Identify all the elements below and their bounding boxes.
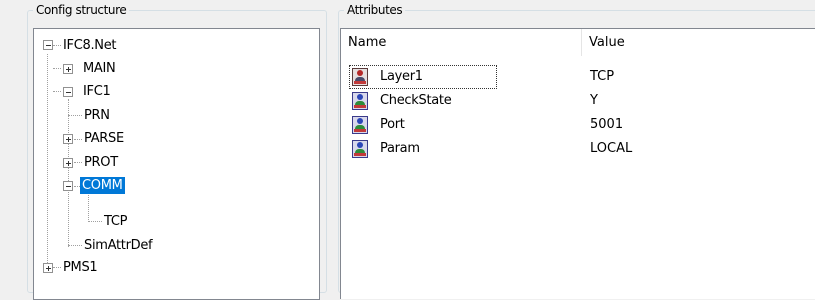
tree-connector — [47, 54, 48, 269]
expand-icon[interactable] — [43, 263, 53, 273]
tree-node-ifc8-net[interactable]: IFC8.Net — [61, 37, 118, 54]
expand-icon[interactable] — [63, 134, 73, 144]
collapse-icon[interactable] — [63, 181, 73, 191]
expand-icon[interactable] — [63, 64, 73, 74]
tree-node-pms1[interactable]: PMS1 — [61, 259, 99, 276]
tree-connector — [74, 162, 82, 163]
attribute-value: LOCAL — [590, 141, 633, 156]
attribute-icon — [352, 140, 368, 158]
tree-connector — [88, 193, 89, 222]
tree-connector — [74, 139, 82, 140]
config-structure-panel: Config structure IFC8.Net MAIN IFC1 PRN … — [27, 3, 327, 300]
attribute-icon — [352, 116, 368, 134]
tree-connector — [68, 99, 69, 247]
tree-connector — [88, 221, 102, 222]
tree-node-comm[interactable]: COMM — [80, 177, 125, 194]
collapse-icon[interactable] — [63, 87, 73, 97]
attribute-row-param[interactable]: Param LOCAL — [341, 137, 815, 161]
attributes-panel: Attributes Name Value Layer1 TCP CheckSt… — [338, 3, 815, 299]
column-header-name[interactable]: Name — [341, 29, 587, 56]
attribute-name: CheckState — [380, 93, 452, 108]
column-header-value[interactable]: Value — [582, 29, 815, 56]
collapse-icon[interactable] — [43, 40, 53, 50]
tree-connector — [68, 245, 82, 246]
attributes-list[interactable]: Name Value Layer1 TCP CheckState Y Port — [340, 28, 815, 299]
attribute-value: 5001 — [590, 117, 624, 132]
tree-node-parse[interactable]: PARSE — [82, 130, 126, 147]
tree-node-tcp[interactable]: TCP — [102, 213, 129, 230]
tree-node-ifc1[interactable]: IFC1 — [81, 83, 112, 100]
tree-connector — [53, 267, 61, 268]
attribute-value: TCP — [590, 69, 615, 84]
tree-connector — [53, 68, 61, 69]
tree-connector — [68, 115, 82, 116]
tree-connector — [53, 45, 61, 46]
tree-node-simattrdef[interactable]: SimAttrDef — [82, 237, 154, 254]
tree-node-prot[interactable]: PROT — [82, 154, 120, 171]
attribute-icon — [352, 92, 368, 110]
expand-icon[interactable] — [63, 158, 73, 168]
tree-node-main[interactable]: MAIN — [81, 60, 117, 77]
focus-rectangle — [349, 65, 497, 89]
attribute-value: Y — [590, 93, 598, 108]
tree-connector — [53, 91, 61, 92]
attribute-row-checkstate[interactable]: CheckState Y — [341, 89, 815, 113]
attribute-name: Port — [380, 117, 405, 132]
config-structure-title: Config structure — [33, 3, 130, 17]
tree-node-prn[interactable]: PRN — [82, 107, 112, 124]
config-tree[interactable]: IFC8.Net MAIN IFC1 PRN PARSE PROT COMM T… — [33, 28, 320, 300]
attribute-row-port[interactable]: Port 5001 — [341, 113, 815, 137]
attribute-name: Param — [380, 141, 420, 156]
attributes-title: Attributes — [344, 3, 406, 17]
